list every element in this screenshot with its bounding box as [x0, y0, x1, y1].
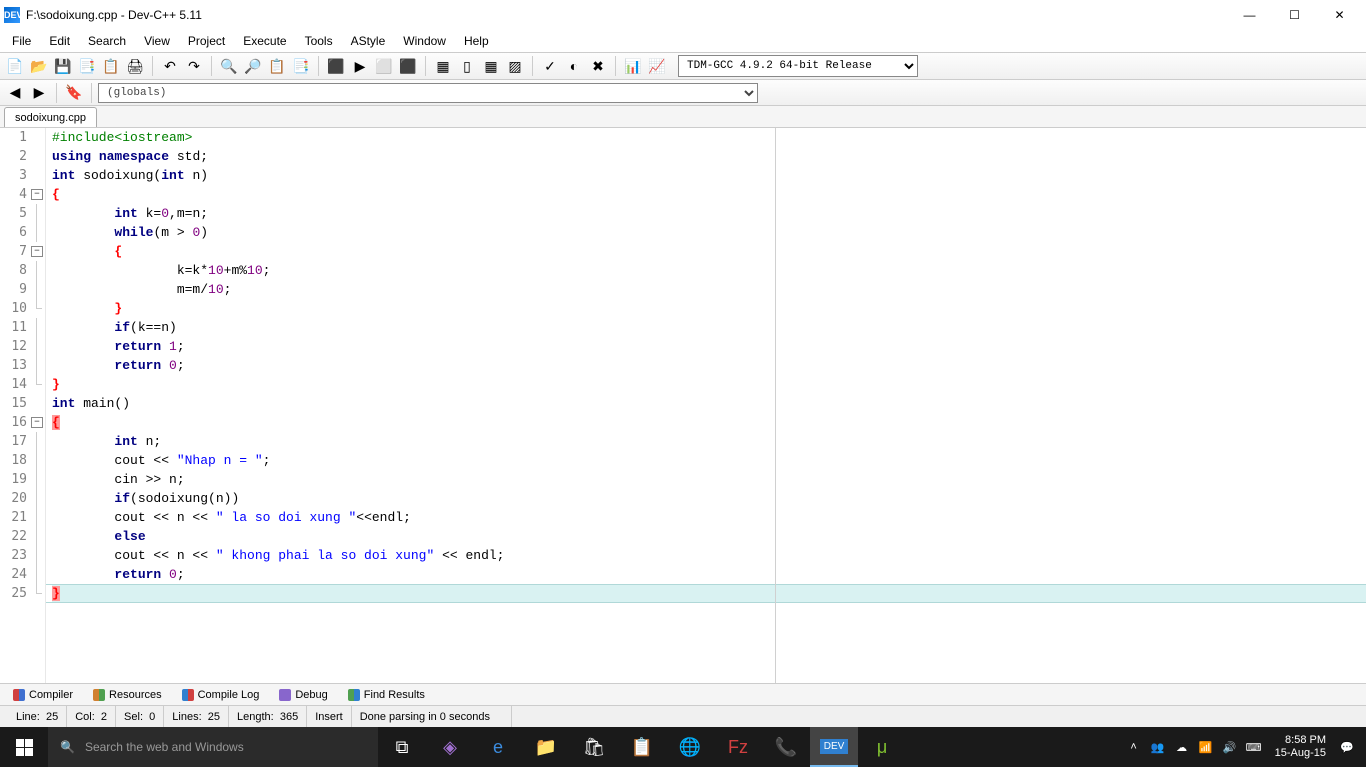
- replace-button[interactable]: 🔎: [242, 55, 264, 77]
- bottom-tabs: CompilerResourcesCompile LogDebugFind Re…: [0, 683, 1366, 705]
- fold-toggle[interactable]: −: [31, 417, 43, 428]
- main-toolbar: 📄 📂 💾 📑 📋 🖨 ↶ ↷ 🔍 🔎 📋 📑 ⬛ ▶ ⬜ ⬛ ▦ ▯ ▦ ▨ …: [0, 52, 1366, 80]
- tray-clock[interactable]: 8:58 PM 15-Aug-15: [1267, 734, 1334, 760]
- search-icon: 🔍: [60, 740, 75, 754]
- save-as-button[interactable]: 📋: [100, 55, 122, 77]
- tray-chevron-icon[interactable]: ˄: [1123, 727, 1145, 767]
- open-button[interactable]: 📂: [28, 55, 50, 77]
- menu-search[interactable]: Search: [80, 32, 134, 50]
- gutter: 1234−567−8910111213141516−17181920212223…: [0, 128, 46, 683]
- find-button[interactable]: 🔍: [218, 55, 240, 77]
- menu-astyle[interactable]: AStyle: [343, 32, 394, 50]
- save-all-button[interactable]: 📑: [76, 55, 98, 77]
- bottom-tab-compiler[interactable]: Compiler: [4, 685, 82, 705]
- explorer-icon[interactable]: 📁: [522, 727, 570, 767]
- menu-bar: FileEditSearchViewProjectExecuteToolsASt…: [0, 30, 1366, 52]
- menu-edit[interactable]: Edit: [41, 32, 78, 50]
- tray-volume-icon[interactable]: 🔊: [1219, 727, 1241, 767]
- print-button[interactable]: 🖨: [124, 55, 146, 77]
- fold-toggle[interactable]: −: [31, 189, 43, 200]
- app2-icon[interactable]: 📞: [762, 727, 810, 767]
- tray-onedrive-icon[interactable]: ☁: [1171, 727, 1193, 767]
- profile-button[interactable]: ▦: [480, 55, 502, 77]
- menu-help[interactable]: Help: [456, 32, 497, 50]
- redo-button[interactable]: ↷: [183, 55, 205, 77]
- status-bar: Line: 25 Col: 2 Sel: 0 Lines: 25 Length:…: [0, 705, 1366, 727]
- save-button[interactable]: 💾: [52, 55, 74, 77]
- editor-area[interactable]: 1234−567−8910111213141516−17181920212223…: [0, 128, 1366, 683]
- forward-button[interactable]: ▶: [28, 82, 50, 104]
- maximize-button[interactable]: ☐: [1272, 1, 1317, 29]
- editor-tab-bar: sodoixung.cpp: [0, 106, 1366, 128]
- tray-wifi-icon[interactable]: 📶: [1195, 727, 1217, 767]
- compile-run-button[interactable]: ⬜: [373, 55, 395, 77]
- menu-view[interactable]: View: [136, 32, 178, 50]
- devcpp-active-icon[interactable]: DEV: [810, 727, 858, 767]
- stop-button[interactable]: ▯: [456, 55, 478, 77]
- bottom-tab-find-results[interactable]: Find Results: [339, 685, 434, 705]
- code-content[interactable]: #include<iostream>using namespace std;in…: [46, 128, 1366, 683]
- find-next-button[interactable]: 📋: [266, 55, 288, 77]
- tray-lang-icon[interactable]: ⌨: [1243, 727, 1265, 767]
- rebuild-button[interactable]: ⬛: [397, 55, 419, 77]
- run-button[interactable]: ▶: [349, 55, 371, 77]
- goto-button[interactable]: 📑: [290, 55, 312, 77]
- split-line: [775, 128, 776, 683]
- start-button[interactable]: [0, 727, 48, 767]
- title-bar: DEV F:\sodoixung.cpp - Dev-C++ 5.11 — ☐ …: [0, 0, 1366, 30]
- taskbar: 🔍 Search the web and Windows ⧉ ◈ e 📁 🛍 📋…: [0, 727, 1366, 767]
- filezilla-icon[interactable]: Fz: [714, 727, 762, 767]
- menu-project[interactable]: Project: [180, 32, 233, 50]
- check-button[interactable]: ✓: [539, 55, 561, 77]
- chrome-icon[interactable]: 🌐: [666, 727, 714, 767]
- toggle-button[interactable]: ◐: [563, 55, 585, 77]
- chart-button[interactable]: 📊: [622, 55, 644, 77]
- menu-file[interactable]: File: [4, 32, 39, 50]
- minimize-button[interactable]: —: [1227, 1, 1272, 29]
- undo-button[interactable]: ↶: [159, 55, 181, 77]
- editor-tab[interactable]: sodoixung.cpp: [4, 107, 97, 127]
- debug-button[interactable]: ▦: [432, 55, 454, 77]
- taskbar-search[interactable]: 🔍 Search the web and Windows: [48, 727, 378, 767]
- bookmark-button[interactable]: 🔖: [63, 82, 85, 104]
- vs-icon[interactable]: ◈: [426, 727, 474, 767]
- system-tray: ˄ 👥 ☁ 📶 🔊 ⌨ 8:58 PM 15-Aug-15 💬: [1123, 727, 1366, 767]
- new-file-button[interactable]: 📄: [4, 55, 26, 77]
- app1-icon[interactable]: 📋: [618, 727, 666, 767]
- menu-tools[interactable]: Tools: [297, 32, 341, 50]
- compile-button[interactable]: ⬛: [325, 55, 347, 77]
- app-icon: DEV: [4, 7, 20, 23]
- fold-toggle[interactable]: −: [31, 246, 43, 257]
- compiler-select[interactable]: TDM-GCC 4.9.2 64-bit Release: [678, 55, 918, 77]
- second-toolbar: ◀ ▶ 🔖 (globals): [0, 80, 1366, 106]
- back-button[interactable]: ◀: [4, 82, 26, 104]
- bottom-tab-resources[interactable]: Resources: [84, 685, 171, 705]
- tray-people-icon[interactable]: 👥: [1147, 727, 1169, 767]
- tray-notifications-icon[interactable]: 💬: [1336, 727, 1358, 767]
- globals-select[interactable]: (globals): [98, 83, 758, 103]
- menu-execute[interactable]: Execute: [235, 32, 294, 50]
- store-icon[interactable]: 🛍: [570, 727, 618, 767]
- bottom-tab-compile-log[interactable]: Compile Log: [173, 685, 269, 705]
- tool-button[interactable]: ▨: [504, 55, 526, 77]
- chart2-button[interactable]: 📈: [646, 55, 668, 77]
- search-placeholder: Search the web and Windows: [85, 740, 244, 754]
- utorrent-icon[interactable]: μ: [858, 727, 906, 767]
- window-title: F:\sodoixung.cpp - Dev-C++ 5.11: [26, 8, 202, 22]
- edge-icon[interactable]: e: [474, 727, 522, 767]
- menu-window[interactable]: Window: [395, 32, 454, 50]
- bottom-tab-debug[interactable]: Debug: [270, 685, 336, 705]
- task-view-icon[interactable]: ⧉: [378, 727, 426, 767]
- close-button[interactable]: ✕: [1317, 1, 1362, 29]
- delete-button[interactable]: ✖: [587, 55, 609, 77]
